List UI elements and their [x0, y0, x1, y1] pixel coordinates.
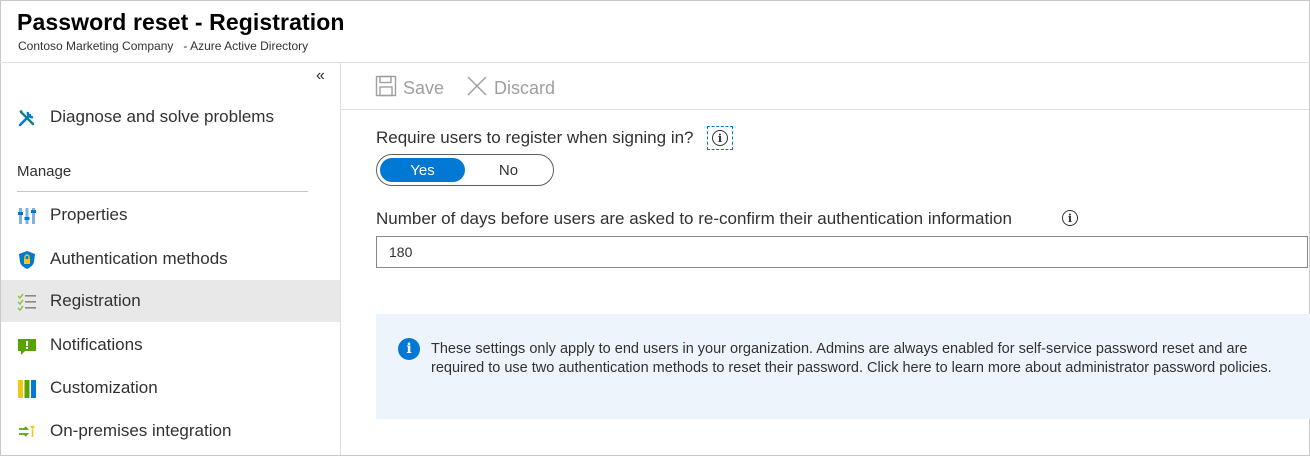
toggle-no-option[interactable]: No	[466, 158, 551, 182]
wrench-screwdriver-icon	[17, 108, 37, 127]
sidebar-item-on-premises-integration[interactable]: On-premises integration	[1, 410, 340, 452]
info-notice: i These settings only apply to end users…	[376, 314, 1310, 419]
discard-button[interactable]: Discard	[466, 75, 555, 102]
sidebar-item-diagnose[interactable]: Diagnose and solve problems	[1, 96, 340, 138]
sidebar-item-authentication-methods[interactable]: Authentication methods	[1, 238, 340, 280]
collapse-sidebar-button[interactable]: «	[316, 67, 325, 85]
shield-icon	[17, 250, 37, 269]
checklist-icon	[17, 292, 37, 312]
sidebar-item-properties[interactable]: Properties	[1, 194, 340, 236]
require-register-info-button[interactable]: i	[707, 126, 733, 150]
toggle-yes-option[interactable]: Yes	[380, 158, 465, 182]
sidebar: « Diagnose and solve problems Manage Pro…	[1, 63, 341, 455]
sidebar-item-customization[interactable]: Customization	[1, 367, 340, 409]
sidebar-item-label: Authentication methods	[50, 249, 228, 268]
page-title: Password reset - Registration	[17, 9, 345, 35]
section-divider	[17, 191, 308, 192]
info-icon: i	[712, 130, 728, 146]
customization-icon	[17, 379, 37, 398]
sidebar-item-label: Properties	[50, 205, 128, 224]
sidebar-item-label: On-premises integration	[50, 421, 232, 440]
require-register-label: Require users to register when signing i…	[376, 128, 694, 147]
save-label: Save	[403, 78, 445, 98]
require-register-toggle[interactable]: Yes No	[376, 154, 554, 186]
notice-text-link[interactable]: These settings only apply to end users i…	[431, 340, 1301, 378]
info-icon[interactable]: i	[1062, 210, 1078, 226]
reconfirm-days-input[interactable]	[376, 236, 1308, 268]
discard-label: Discard	[494, 78, 556, 98]
sidebar-item-label: Customization	[50, 378, 158, 397]
page-subtitle: Contoso Marketing Company - Azure Active…	[18, 39, 309, 53]
info-icon: i	[398, 338, 420, 360]
command-bar: Save Discard	[341, 63, 1309, 110]
properties-icon	[17, 206, 37, 224]
section-header-manage: Manage	[17, 163, 72, 180]
sidebar-item-notifications[interactable]: Notifications	[1, 324, 340, 366]
close-icon	[466, 75, 488, 102]
sidebar-item-label: Diagnose and solve problems	[50, 107, 274, 126]
blade-header: Password reset - Registration Contoso Ma…	[0, 0, 1310, 63]
notification-icon	[17, 336, 37, 355]
sync-icon	[17, 422, 37, 440]
reconfirm-days-label: Number of days before users are asked to…	[376, 209, 1012, 228]
sidebar-item-label: Notifications	[50, 335, 143, 354]
save-button[interactable]: Save	[375, 75, 444, 102]
sidebar-item-label: Registration	[50, 291, 141, 310]
save-icon	[375, 75, 397, 102]
sidebar-item-registration[interactable]: Registration	[1, 280, 340, 322]
